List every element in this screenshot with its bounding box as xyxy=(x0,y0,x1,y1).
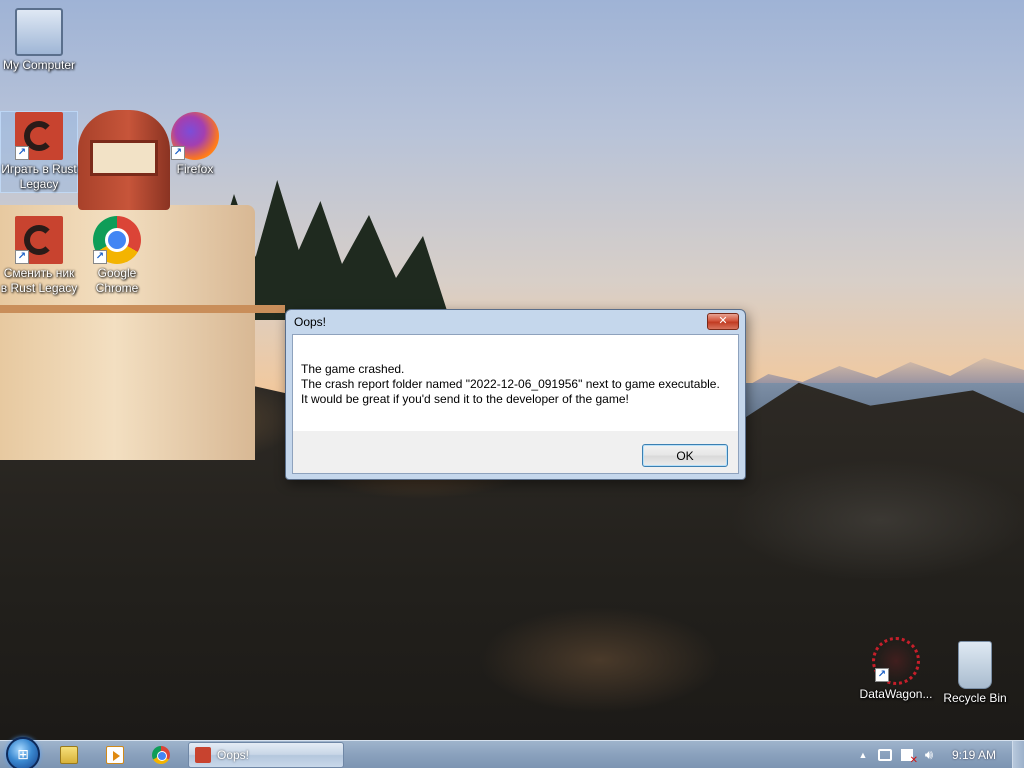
rust-icon xyxy=(195,746,211,763)
action-center-tray-button[interactable] xyxy=(896,741,918,768)
system-tray: ▲ 🔊︎ 9:19 AM xyxy=(852,741,1024,768)
chevron-up-icon: ▲ xyxy=(858,750,868,760)
shortcut-arrow-icon: ↗ xyxy=(15,250,29,264)
desktop-icon-change-nick-rust-legacy[interactable]: ↗ Сменить ник в Rust Legacy xyxy=(0,216,78,296)
desktop-icon-recycle-bin[interactable]: Recycle Bin xyxy=(936,637,1014,706)
shortcut-arrow-icon: ↗ xyxy=(93,250,107,264)
desktop-icon-label: Сменить ник в Rust Legacy xyxy=(0,266,78,295)
volume-tray-button[interactable]: 🔊︎ xyxy=(918,741,940,768)
recycle-bin-icon xyxy=(958,641,992,689)
desktop-icon-firefox[interactable]: ↗ Firefox xyxy=(156,112,234,177)
crash-dialog: Oops! ✕ The game crashed. The crash repo… xyxy=(285,309,746,480)
message-line: It would be great if you'd send it to th… xyxy=(301,392,629,406)
dialog-message: The game crashed. The crash report folde… xyxy=(293,335,738,431)
show-hidden-icons-button[interactable]: ▲ xyxy=(852,741,874,768)
media-player-icon xyxy=(106,745,124,764)
taskbar-task-oops[interactable]: Oops! xyxy=(188,741,344,768)
desktop-icon-my-computer[interactable]: My Computer xyxy=(0,8,78,73)
computer-icon xyxy=(15,8,63,56)
desktop-icon-label: My Computer xyxy=(2,58,76,72)
close-icon: ✕ xyxy=(718,314,728,327)
volume-icon: 🔊︎ xyxy=(924,747,934,762)
taskbar-pin-media-player[interactable] xyxy=(92,742,138,768)
taskbar-task-label: Oops! xyxy=(217,747,250,762)
taskbar-pin-chrome[interactable] xyxy=(138,742,184,768)
shortcut-arrow-icon: ↗ xyxy=(171,146,185,160)
chrome-icon xyxy=(152,745,170,764)
dialog-footer: OK xyxy=(293,431,738,473)
desktop-icon-label: Google Chrome xyxy=(95,266,139,295)
network-icon xyxy=(877,749,892,761)
message-line: The crash report folder named "2022-12-0… xyxy=(301,377,720,391)
explorer-icon xyxy=(60,745,78,764)
desktop-icon-datawagon[interactable]: ↗ DataWagon... xyxy=(857,637,935,702)
close-button[interactable]: ✕ xyxy=(707,312,739,330)
show-desktop-button[interactable] xyxy=(1012,741,1024,768)
action-center-icon xyxy=(900,749,918,766)
desktop-icon-label: Firefox xyxy=(176,162,214,176)
taskbar-pin-explorer[interactable] xyxy=(46,742,92,768)
rust-icon: ↗ xyxy=(15,216,63,264)
message-line: The game crashed. xyxy=(301,362,405,376)
desktop-icon-play-rust-legacy[interactable]: ↗ Играть в Rust Legacy xyxy=(0,111,78,193)
start-button[interactable]: ⊞ xyxy=(0,737,46,768)
desktop-icon-google-chrome[interactable]: ↗ Google Chrome xyxy=(78,216,156,296)
dialog-title: Oops! xyxy=(294,315,327,329)
desktop-icon-label: Recycle Bin xyxy=(943,691,1007,705)
desktop-icon-label: Играть в Rust Legacy xyxy=(1,162,77,191)
wallpaper-lighthouse-band xyxy=(0,305,285,313)
desktop-icon-label: DataWagon... xyxy=(859,687,933,701)
shortcut-arrow-icon: ↗ xyxy=(15,146,29,160)
network-tray-button[interactable] xyxy=(874,741,896,768)
datawagon-icon: ↗ xyxy=(872,637,920,685)
dialog-titlebar[interactable]: Oops! ✕ xyxy=(292,310,739,334)
taskbar: ⊞ Oops! ▲ 🔊︎ 9:19 AM xyxy=(0,737,1024,768)
chrome-icon: ↗ xyxy=(93,216,141,264)
windows-logo-icon: ⊞ xyxy=(6,737,40,768)
ok-button[interactable]: OK xyxy=(642,444,728,467)
shortcut-arrow-icon: ↗ xyxy=(875,668,889,682)
wallpaper-lighthouse-window xyxy=(90,140,158,176)
rust-icon: ↗ xyxy=(15,112,63,160)
firefox-icon: ↗ xyxy=(171,112,219,160)
dialog-client-area: The game crashed. The crash report folde… xyxy=(292,334,739,474)
clock[interactable]: 9:19 AM xyxy=(940,748,1012,762)
